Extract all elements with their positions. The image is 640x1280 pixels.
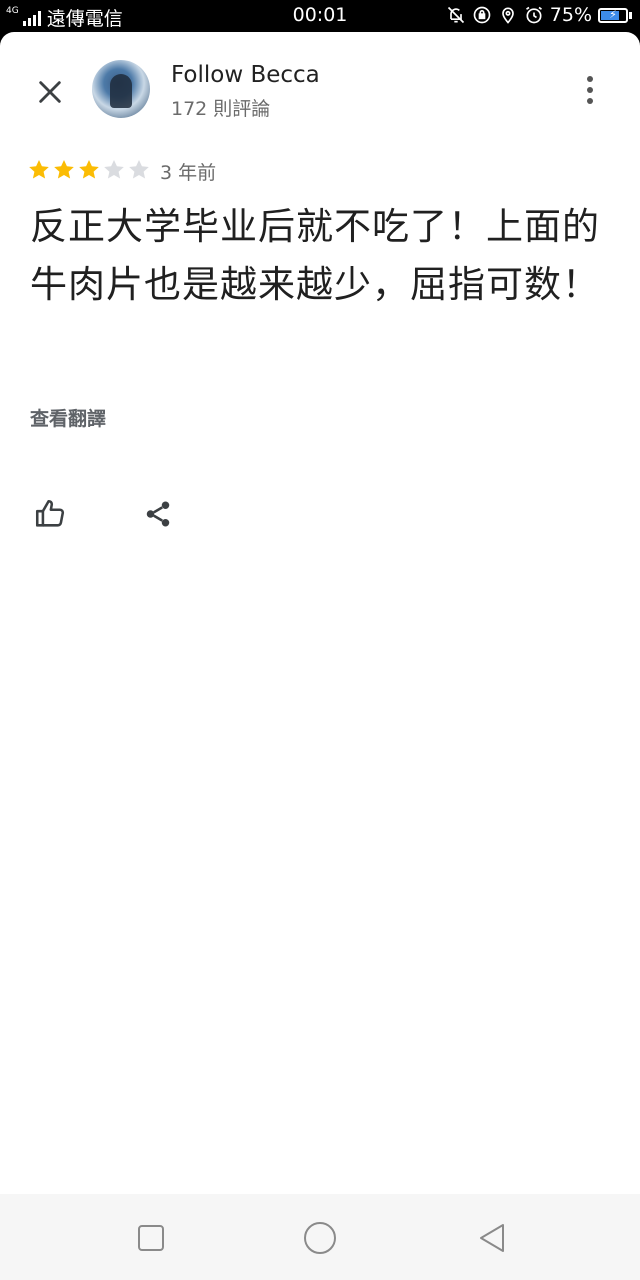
close-button[interactable] [28,70,72,114]
square-icon [138,1225,164,1251]
star-rating [27,158,151,182]
see-translation-link[interactable]: 查看翻譯 [30,404,106,431]
location-icon [501,7,514,24]
star-filled-icon [54,160,74,179]
battery-icon: ⚡ [598,7,632,23]
triangle-back-icon [480,1224,504,1252]
back-button[interactable] [472,1218,512,1258]
review-time: 3 年前 [160,162,217,184]
review-text: 反正大学毕业后就不吃了！上面的牛肉片也是越来越少，屈指可数！ [30,205,600,306]
reviewer-review-count: 172 則評論 [171,98,271,120]
close-icon [39,81,61,103]
battery-percent: 75% [549,4,592,26]
share-icon [146,501,170,527]
alarm-icon [525,6,542,24]
reviewer-avatar[interactable] [92,60,150,118]
review-sheet: Follow Becca 172 則評論 3 年前 反正大学毕业后就不吃了！上面… [0,32,640,1194]
star-empty-icon [104,160,124,179]
circle-icon [304,1222,336,1254]
status-right: 75% ⚡ [446,4,632,26]
star-empty-icon [129,160,149,179]
home-button[interactable] [300,1218,340,1258]
star-filled-icon [29,160,49,179]
like-button[interactable] [30,494,70,534]
notifications-off-icon [447,6,464,24]
thumb-up-icon [35,499,65,527]
rotation-lock-icon [473,6,491,24]
more-options-button[interactable] [575,70,605,110]
navigation-bar [0,1194,640,1280]
more-vert-icon [587,76,593,82]
status-bar: 4G 遠傳電信 00:01 75% ⚡ [0,0,640,32]
recents-button[interactable] [131,1218,171,1258]
reviewer-name[interactable]: Follow Becca [171,62,320,88]
star-filled-icon [79,160,99,179]
share-button[interactable] [138,494,178,534]
